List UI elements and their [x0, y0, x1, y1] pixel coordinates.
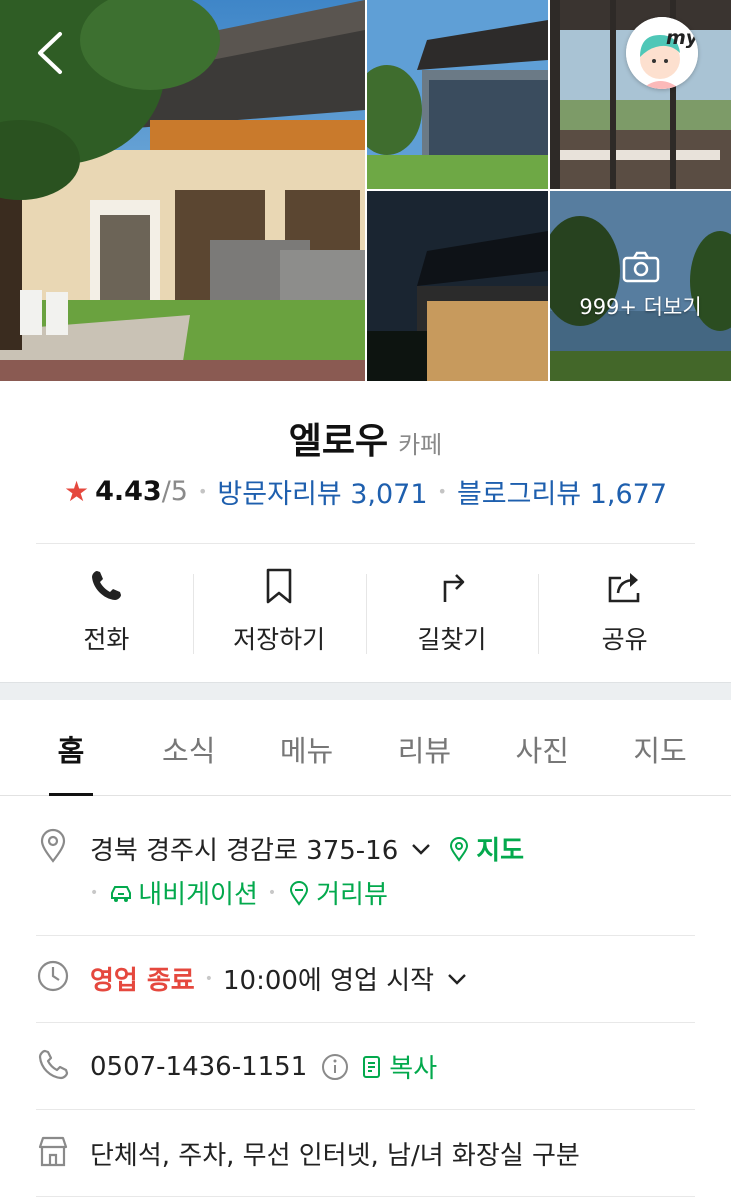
info-icon[interactable]	[321, 1053, 349, 1081]
action-bar: 전화 저장하기 길찾기 공유	[20, 548, 711, 680]
hours-line: 영업 종료 • 10:00에 영업 시작	[90, 960, 470, 997]
call-button[interactable]: 전화	[20, 548, 193, 680]
copy-icon	[359, 1054, 385, 1080]
store-icon	[36, 1133, 70, 1169]
separator-dot: •	[437, 482, 447, 501]
tab-news[interactable]: 소식	[130, 700, 248, 795]
separator-dot: •	[90, 884, 99, 901]
map-link[interactable]: 지도	[446, 830, 524, 867]
streetview-link-label: 거리뷰	[316, 880, 388, 910]
directions-button[interactable]: 길찾기	[365, 548, 539, 680]
car-icon	[108, 880, 134, 906]
more-photos-overlay[interactable]: 999+ 더보기	[550, 191, 731, 381]
business-hours: 10:00에 영업 시작	[223, 966, 435, 996]
amenities-row: 단체석, 주차, 무선 인터넷, 남/녀 화장실 구분	[36, 1133, 695, 1173]
save-button[interactable]: 저장하기	[192, 548, 366, 680]
gallery-photo-4[interactable]	[367, 191, 548, 381]
address-sub-links: • 내비게이션 • 거리뷰	[90, 874, 388, 911]
blog-reviews-link[interactable]: 블로그리뷰 1,677	[457, 472, 667, 511]
map-link-label: 지도	[476, 836, 525, 866]
call-label: 전화	[83, 625, 130, 654]
camera-icon	[622, 251, 660, 283]
separator-dot: •	[204, 970, 213, 987]
share-button[interactable]: 공유	[538, 548, 711, 680]
tab-photos[interactable]: 사진	[483, 700, 601, 795]
clock-icon	[36, 958, 70, 994]
tab-home[interactable]: 홈	[12, 700, 130, 795]
share-icon	[605, 566, 645, 606]
address-text: 경북 경주시 경감로 375-16	[90, 836, 399, 866]
chevron-down-icon[interactable]	[444, 966, 470, 992]
phone-number[interactable]: 0507-1436-1151	[90, 1052, 307, 1082]
copy-link[interactable]: 복사	[359, 1048, 437, 1085]
back-button[interactable]	[30, 28, 70, 78]
tab-map[interactable]: 지도	[601, 700, 719, 795]
chevron-down-icon[interactable]	[408, 836, 434, 862]
hours-row[interactable]: 영업 종료 • 10:00에 영업 시작	[36, 958, 695, 998]
place-name: 엘로우	[288, 421, 389, 462]
place-title: 엘로우 카페	[0, 412, 731, 464]
divider	[36, 1109, 695, 1110]
address-row: 경북 경주시 경감로 375-16 지도 • 내비게이션 • 거리뷰	[36, 826, 695, 934]
divider	[36, 935, 695, 936]
streetview-pin-icon	[286, 880, 312, 906]
tab-bar: 홈 소식 메뉴 리뷰 사진 지도	[0, 700, 731, 796]
save-label: 저장하기	[233, 625, 326, 654]
navigation-link[interactable]: 내비게이션	[108, 874, 258, 911]
copy-label: 복사	[389, 1054, 438, 1084]
phone-line: 0507-1436-1151 복사	[90, 1048, 437, 1085]
gallery-photo-5[interactable]: 999+ 더보기	[550, 191, 731, 381]
amenities-text: 단체석, 주차, 무선 인터넷, 남/녀 화장실 구분	[90, 1141, 580, 1171]
phone-row: 0507-1436-1151 복사	[36, 1046, 695, 1086]
bookmark-icon	[259, 566, 299, 606]
phone-icon	[86, 566, 126, 606]
directions-icon	[432, 566, 472, 606]
map-pin-icon	[446, 836, 472, 862]
more-photos-label: 999+ 더보기	[579, 295, 702, 319]
rating-row: ★ 4.43 /5 • 방문자리뷰 3,071 • 블로그리뷰 1,677	[0, 472, 731, 511]
share-label: 공유	[601, 625, 648, 654]
gallery-photo-2[interactable]	[367, 0, 548, 189]
photo-gallery: 999+ 더보기 my	[0, 0, 731, 381]
address-line: 경북 경주시 경감로 375-16 지도	[90, 830, 524, 867]
tab-reviews[interactable]: 리뷰	[365, 700, 483, 795]
separator-dot: •	[197, 482, 208, 501]
tab-menu[interactable]: 메뉴	[248, 700, 366, 795]
star-icon: ★	[63, 475, 90, 508]
rating-max: /5	[161, 476, 188, 507]
separator-dot: •	[267, 884, 277, 901]
phone-outline-icon	[36, 1046, 70, 1082]
rating-value: 4.43	[95, 476, 162, 507]
place-category: 카페	[398, 431, 443, 459]
directions-label: 길찾기	[417, 625, 487, 654]
amenities-line: 단체석, 주차, 무선 인터넷, 남/녀 화장실 구분	[90, 1135, 580, 1172]
visitor-reviews-link[interactable]: 방문자리뷰 3,071	[217, 472, 427, 511]
section-gap	[0, 682, 731, 700]
my-profile-button[interactable]: my	[626, 17, 698, 89]
divider	[36, 543, 695, 544]
divider	[36, 1196, 695, 1197]
divider	[36, 1022, 695, 1023]
location-pin-icon	[36, 828, 70, 864]
streetview-link[interactable]: 거리뷰	[286, 874, 388, 911]
my-badge-label: my	[666, 27, 698, 49]
navigation-link-label: 내비게이션	[138, 880, 258, 910]
business-status: 영업 종료	[90, 966, 195, 996]
